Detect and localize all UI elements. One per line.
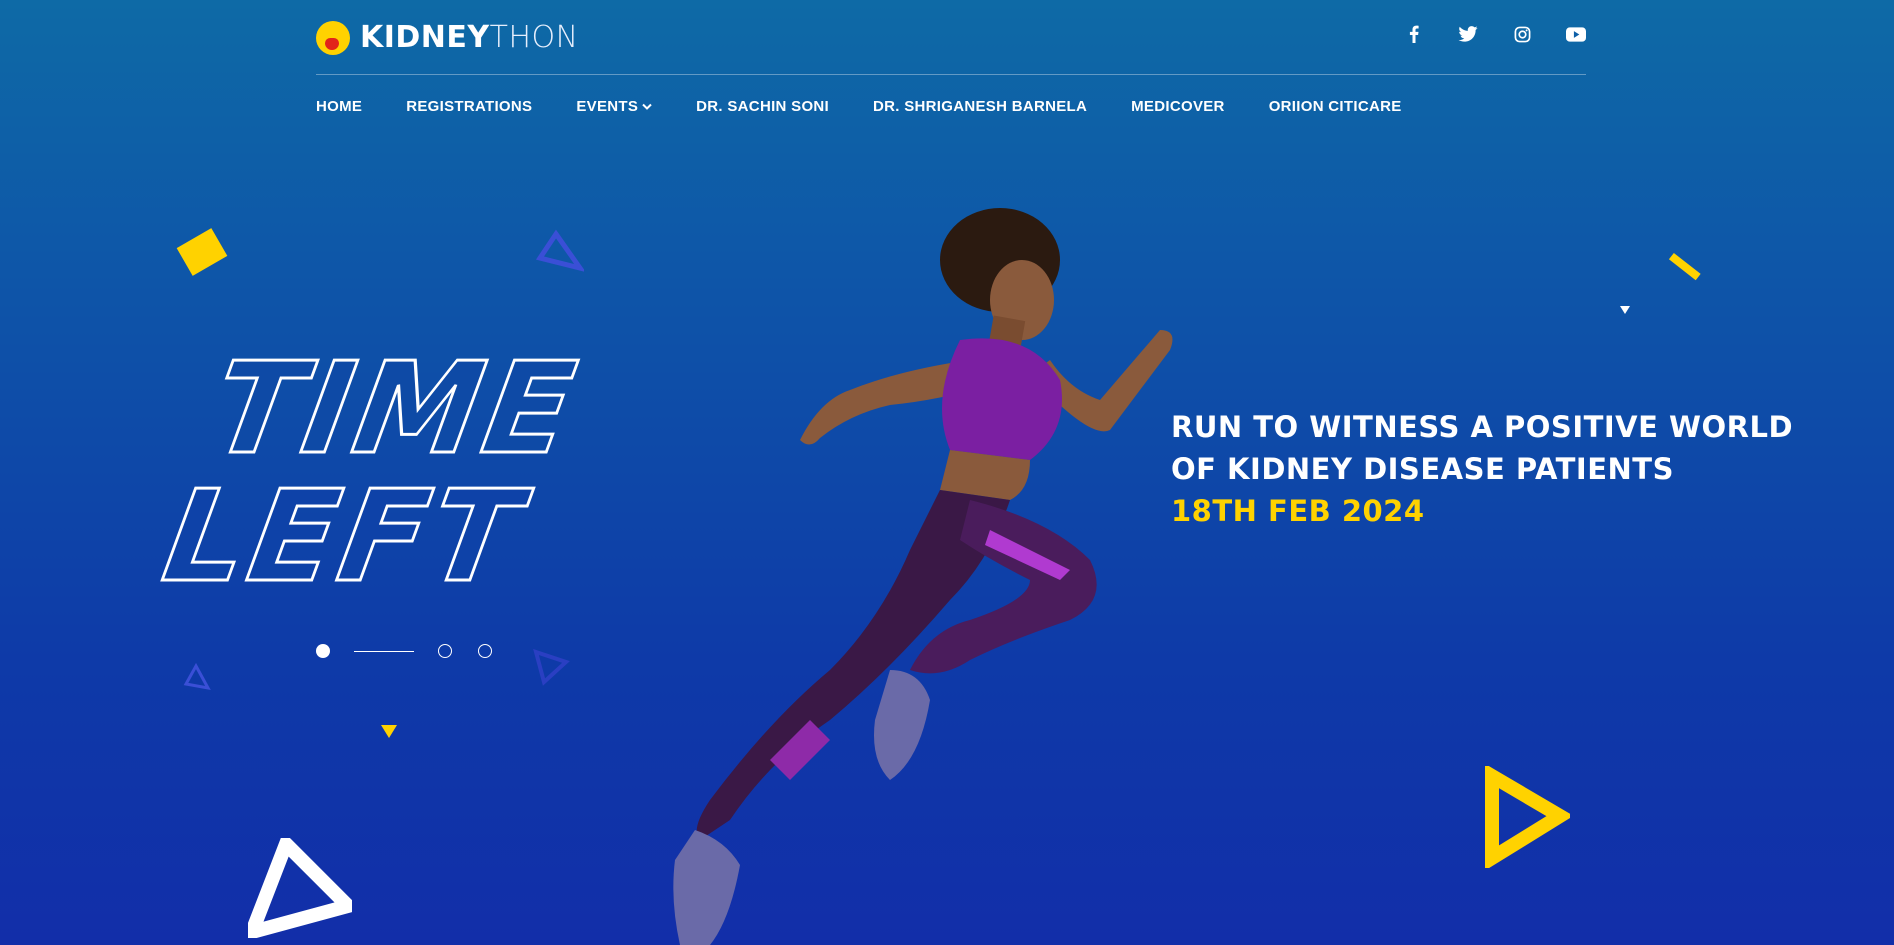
youtube-icon[interactable] [1566,24,1586,44]
slider-dot-1[interactable] [316,644,330,658]
slider-progress-line [354,650,414,652]
small-white-triangle-shape [1620,306,1630,314]
tagline-line1: RUN TO WITNESS A POSITIVE WORLD [1171,410,1794,444]
logo-wordmark: KIDNEYTHON [360,20,579,56]
tagline-line2: OF KIDNEY DISEASE PATIENTS [1171,452,1674,486]
instagram-icon[interactable] [1512,24,1532,44]
yellow-square-shape [176,228,228,276]
social-links [1404,24,1586,44]
nav-label: ORIION CITICARE [1268,98,1402,115]
site-header: KIDNEYTHON [316,0,1586,75]
slider-pagination [316,644,492,658]
nav-label: HOME [316,98,363,115]
nav-label: REGISTRATIONS [406,98,533,115]
slider-dot-3[interactable] [478,644,492,658]
main-nav: HOME REGISTRATIONS EVENTS DR. SACHIN SON… [316,98,1402,115]
nav-label: EVENTS [576,98,639,115]
nav-item-events[interactable]: EVENTS [576,98,652,115]
twitter-icon[interactable] [1458,24,1478,44]
logo-word-strong: KIDNEY [360,20,490,55]
nav-label: DR. SACHIN SONI [696,98,830,115]
nav-item-oriion-citicare[interactable]: ORIION CITICARE [1269,98,1402,115]
facebook-icon[interactable] [1404,24,1424,44]
logo-word-light: THON [489,20,579,55]
chevron-down-icon [642,103,652,110]
yellow-play-triangle-shape [1485,766,1570,868]
slider-dot-2[interactable] [438,644,452,658]
yellow-bar-shape [1668,252,1701,281]
site-logo[interactable]: KIDNEYTHON [316,20,579,56]
triangle-outline-shape [183,662,211,691]
runner-image [673,208,1173,945]
nav-item-home[interactable]: HOME [316,98,362,115]
nav-item-dr-shriganesh-barnela[interactable]: DR. SHRIGANESH BARNELA [873,98,1087,115]
nav-item-medicover[interactable]: MEDICOVER [1131,98,1225,115]
nav-label: MEDICOVER [1131,98,1225,115]
white-triangle-shape [248,838,352,938]
nav-item-registrations[interactable]: REGISTRATIONS [406,98,532,115]
hero-tagline: RUN TO WITNESS A POSITIVE WORLD OF KIDNE… [1171,406,1861,532]
nav-label: DR. SHRIGANESH BARNELA [873,98,1088,115]
nav-item-dr-sachin-soni[interactable]: DR. SACHIN SONI [696,98,829,115]
event-date: 18TH FEB 2024 [1171,494,1425,528]
logo-mascot-icon [316,21,350,55]
small-yellow-triangle-shape [381,725,397,738]
